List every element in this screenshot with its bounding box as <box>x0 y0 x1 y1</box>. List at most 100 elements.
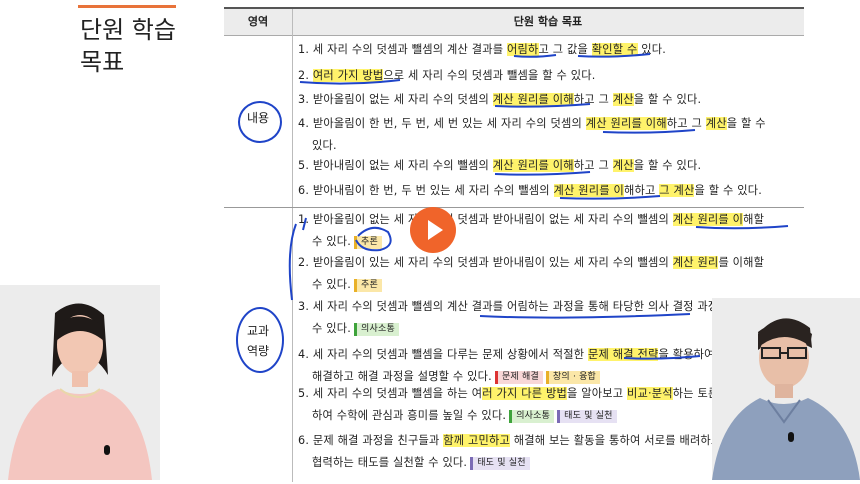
ink-circle-content <box>238 101 282 143</box>
goal-text: 협력하는 태도를 실천할 수 있다. <box>312 456 468 469</box>
goal-text: 받아내림이 없는 세 자리 수의 뺄셈의 <box>312 159 493 172</box>
highlighted-phrase: 계산 원리를 이 <box>672 213 744 226</box>
goal-text: 을 할 수 <box>726 117 766 130</box>
goal-text: 받아올림이 있는 세 자리 수의 덧셈과 받아내림이 있는 세 자리 수의 뺄셈… <box>312 256 673 269</box>
highlighted-phrase: 확인할 수 <box>591 43 638 56</box>
goal-item-number: 5. <box>298 159 313 172</box>
highlighted-phrase: 여러 가지 방법 <box>312 69 384 82</box>
goal-text: 있다. <box>312 139 337 152</box>
goal-text: 해할 <box>743 213 765 226</box>
competency-tag: 태도 및 실천 <box>470 456 530 470</box>
goal-item-number: 2. <box>298 256 313 269</box>
goal-text: 세 자리 수의 덧셈과 뺄셈의 계산 결과를 <box>312 43 508 56</box>
goal-text: 하고 그 <box>666 117 706 130</box>
goal-item-number: 2. <box>298 69 313 82</box>
goal-text: 세 자리 수의 덧셈과 뺄셈의 계산 결과를 어림하는 과정을 통해 타당한 의… <box>312 300 765 313</box>
column-divider <box>292 35 293 482</box>
goal-text: 문제 해결 과정을 친구들과 <box>312 434 444 447</box>
highlighted-phrase: 그 계산 <box>659 184 695 197</box>
highlighted-phrase: 계산 <box>612 93 634 106</box>
ink-circle-competency <box>236 307 284 373</box>
goal-text: 하고 그 <box>573 93 613 106</box>
page-title-line-2: 목표 <box>80 48 125 76</box>
goal-item-number: 6. <box>298 434 313 447</box>
goal-item: 6. 받아내림이 한 번, 두 번 있는 세 자리 수의 뺄셈의 계산 원리를 … <box>298 180 803 202</box>
goal-item-number: 6. <box>298 184 313 197</box>
microphone-icon-right <box>788 432 794 442</box>
header-area: 영역 <box>224 9 293 35</box>
competency-tag: 창의 · 융합 <box>545 370 601 384</box>
goal-text: 을 할 수 있다. <box>633 159 702 172</box>
goal-item-continuation: 수 있다. 추론 <box>298 231 803 253</box>
goal-text: 해하고 <box>624 184 660 197</box>
highlighted-phrase: 계산 원리를 이 <box>553 184 624 197</box>
goal-text: 받아올림이 없는 세 자리 수의 덧셈과 받아내림이 없는 세 자리 수의 뺄셈… <box>312 213 673 226</box>
goal-text: 세 자리 수의 덧셈과 뺄셈을 다루는 문제 상황에서 적절한 <box>312 348 588 361</box>
goal-item-continuation: 수 있다. 추론 <box>298 274 803 296</box>
section-divider <box>224 207 804 208</box>
goal-item-line: 3. 받아올림이 없는 세 자리 수의 덧셈의 계산 원리를 이해하고 그 계산… <box>298 89 803 111</box>
goal-item-number: 3. <box>298 300 313 313</box>
highlighted-phrase: 계산 원리 <box>672 256 719 269</box>
highlighted-phrase: 계산 <box>705 117 727 130</box>
goal-item: 1. 받아올림이 없는 세 자리 수의 덧셈과 받아내림이 없는 세 자리 수의… <box>298 209 803 253</box>
goal-text: 있다. <box>637 43 666 56</box>
goal-text: 을 활용하여 <box>658 348 715 361</box>
highlighted-phrase: 비교·분석 <box>626 387 673 400</box>
goal-item-line: 2. 받아올림이 있는 세 자리 수의 덧셈과 받아내림이 있는 세 자리 수의… <box>298 252 803 274</box>
goal-text: 해결하고 해결 과정을 설명할 수 있다. <box>312 370 492 383</box>
goal-item: 5. 받아내림이 없는 세 자리 수의 뺄셈의 계산 원리를 이해하고 그 계산… <box>298 155 803 177</box>
page-title-line-1: 단원 학습 <box>80 16 176 44</box>
presenter-camera-right <box>712 298 860 480</box>
goal-item: 4. 받아올림이 한 번, 두 번, 세 번 있는 세 자리 수의 덧셈의 계산… <box>298 113 803 157</box>
goal-item-line: 4. 받아올림이 한 번, 두 번, 세 번 있는 세 자리 수의 덧셈의 계산… <box>298 113 803 135</box>
goal-item-number: 4. <box>298 348 313 361</box>
goal-text: 받아내림이 한 번, 두 번 있는 세 자리 수의 뺄셈의 <box>312 184 554 197</box>
play-button[interactable] <box>410 207 456 253</box>
competency-tag: 의사소통 <box>509 409 555 423</box>
competency-tag: 추론 <box>354 235 382 249</box>
page-title: 단원 학습 목표 <box>80 14 176 78</box>
header-goal: 단원 학습 목표 <box>513 15 583 28</box>
title-accent-bar <box>78 5 176 8</box>
goal-item-continuation: 있다. <box>298 135 803 157</box>
goal-text: 수 있다. <box>312 278 351 291</box>
highlighted-phrase: 계산 원리를 이해 <box>585 117 667 130</box>
competency-tag: 태도 및 실천 <box>557 409 617 423</box>
competency-tag: 추론 <box>354 278 382 292</box>
goal-item: 1. 세 자리 수의 덧셈과 뺄셈의 계산 결과를 어림하고 그 값을 확인할 … <box>298 39 803 61</box>
goal-item-line: 6. 받아내림이 한 번, 두 번 있는 세 자리 수의 뺄셈의 계산 원리를 … <box>298 180 803 202</box>
goal-text: 세 자리 수의 덧셈과 뺄셈을 하는 여 <box>312 387 483 400</box>
goal-item-number: 4. <box>298 117 313 130</box>
highlighted-phrase: 어림하 <box>507 43 539 56</box>
goal-text: 으로 세 자리 수의 덧셈과 뺄셈을 할 수 있다. <box>383 69 596 82</box>
competency-tag: 문제 해결 <box>494 370 543 384</box>
goal-text: 를 이해할 <box>718 256 765 269</box>
play-icon <box>428 220 443 240</box>
goal-text: 수 있다. <box>312 322 351 335</box>
highlighted-phrase: 문제 해결 전략 <box>587 348 659 361</box>
microphone-icon <box>104 445 110 455</box>
goal-item-line: 1. 받아올림이 없는 세 자리 수의 덧셈과 받아내림이 없는 세 자리 수의… <box>298 209 803 231</box>
goal-text: 을 할 수 있다. <box>694 184 762 197</box>
goal-text: 수 있다. <box>312 235 351 248</box>
goal-text: 을 할 수 있다. <box>633 93 702 106</box>
highlighted-phrase: 러 가지 다른 방법 <box>482 387 567 400</box>
goal-text: 해결해 보는 활동을 통하여 서로를 배려하고 <box>510 434 722 447</box>
goal-item-number: 3. <box>298 93 313 106</box>
table-header: 영역 단원 학습 목표 <box>224 9 804 36</box>
highlighted-phrase: 계산 <box>612 159 634 172</box>
goal-item-line: 1. 세 자리 수의 덧셈과 뺄셈의 계산 결과를 어림하고 그 값을 확인할 … <box>298 39 803 61</box>
goal-text: 을 알아보고 <box>567 387 627 400</box>
goal-item: 3. 받아올림이 없는 세 자리 수의 덧셈의 계산 원리를 이해하고 그 계산… <box>298 89 803 111</box>
goal-item: 2. 여러 가지 방법으로 세 자리 수의 덧셈과 뺄셈을 할 수 있다. <box>298 65 803 87</box>
goal-item-number: 1. <box>298 43 313 56</box>
goal-text: 고 그 값을 <box>538 43 592 56</box>
goal-text: 받아올림이 한 번, 두 번, 세 번 있는 세 자리 수의 덧셈의 <box>312 117 586 130</box>
goal-text: 하고 그 <box>573 159 613 172</box>
goal-item: 2. 받아올림이 있는 세 자리 수의 덧셈과 받아내림이 있는 세 자리 수의… <box>298 252 803 296</box>
highlighted-phrase: 함께 고민하고 <box>443 434 511 447</box>
goal-item-number: 5. <box>298 387 313 400</box>
goal-item-line: 2. 여러 가지 방법으로 세 자리 수의 덧셈과 뺄셈을 할 수 있다. <box>298 65 803 87</box>
presenter-camera-left <box>0 285 160 480</box>
